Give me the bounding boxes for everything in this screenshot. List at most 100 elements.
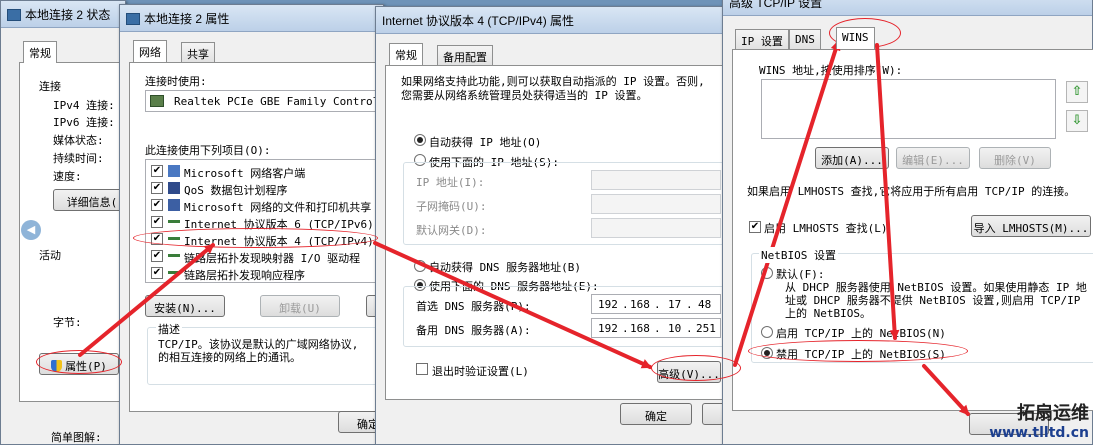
edit-button[interactable]: 编辑(E)...	[896, 147, 970, 169]
status-titlebar: 本地连接 2 状态	[1, 1, 125, 28]
wins-address-list[interactable]	[761, 79, 1056, 139]
alternate-dns-label: 备用 DNS 服务器(A):	[416, 324, 531, 337]
status-dialog: 本地连接 2 状态 常规 连接 IPv4 连接: IPv6 连接: 媒体状态: …	[0, 0, 131, 445]
share-icon	[168, 199, 180, 211]
item-checkbox[interactable]: ✔	[151, 182, 163, 194]
description-text: TCP/IP。该协议是默认的广域网络协议, 的相互连接的网络上的通讯。	[158, 338, 359, 364]
highlight-advanced-button	[651, 355, 741, 381]
advanced-title: 高级 TCP/IP 设置	[729, 0, 823, 10]
client-icon	[168, 165, 180, 177]
bytes-label: 字节:	[53, 316, 82, 329]
auto-ip-label: 自动获得 IP 地址(O)	[429, 136, 542, 149]
enable-netbios-radio[interactable]	[761, 326, 773, 338]
dns-octet: 17	[668, 298, 682, 311]
uninstall-button[interactable]: 卸载(U)	[260, 295, 340, 317]
subnet-mask-field[interactable]	[591, 194, 721, 214]
item-checkbox[interactable]: ✔	[151, 165, 163, 177]
watermark-url: www.tlltd.cn	[989, 425, 1089, 441]
item-checkbox[interactable]: ✔	[151, 267, 163, 279]
list-item[interactable]: ✔ QoS 数据包计划程序	[146, 180, 384, 197]
remove-button[interactable]: 删除(V)	[979, 147, 1051, 169]
preferred-dns-label: 首选 DNS 服务器(P):	[416, 300, 531, 313]
adapter-properties-dialog: 本地连接 2 属性 网络 共享 连接时使用: Realtek PCIe GBE …	[119, 4, 398, 445]
network-icon	[126, 13, 140, 25]
tab-ip-settings[interactable]: IP 设置	[735, 29, 789, 49]
highlight-properties-button	[36, 350, 122, 374]
tab-network[interactable]: 网络	[133, 40, 167, 62]
items-label: 此连接使用下列项目(O):	[145, 144, 271, 157]
tab-alternate[interactable]: 备用配置	[437, 45, 493, 65]
protocol-icon	[168, 271, 180, 274]
dns-octet: 168	[630, 322, 650, 335]
item-label: Microsoft 网络的文件和打印机共享	[184, 201, 372, 214]
ipv4-properties-dialog: Internet 协议版本 4 (TCP/IPv4) 属性 常规 备用配置 如果…	[375, 6, 733, 445]
item-checkbox[interactable]: ✔	[151, 199, 163, 211]
import-lmhosts-button[interactable]: 导入 LMHOSTS(M)...	[971, 215, 1091, 237]
add-button[interactable]: 添加(A)...	[815, 147, 889, 169]
duration-label: 持续时间:	[53, 152, 104, 165]
item-checkbox[interactable]: ✔	[151, 216, 163, 228]
gateway-field[interactable]	[591, 218, 721, 238]
default-radio[interactable]	[761, 267, 773, 279]
qos-icon	[168, 182, 180, 194]
tab-wins[interactable]: WINS	[836, 27, 875, 49]
list-item[interactable]: ✔ 链路层拓扑发现响应程序	[146, 265, 384, 282]
ip-address-label: IP 地址(I):	[416, 176, 485, 189]
adapter-name: Realtek PCIe GBE Family Controlle	[174, 95, 385, 108]
enable-netbios-label: 启用 TCP/IP 上的 NetBIOS(N)	[776, 327, 946, 340]
network-icon	[7, 9, 21, 21]
components-list: ✔ Microsoft 网络客户端 ✔ QoS 数据包计划程序 ✔ Microsoft…	[145, 159, 385, 283]
advanced-tcpip-dialog: 高级 TCP/IP 设置 IP 设置 DNS WINS WINS 地址,按使用排…	[722, 0, 1093, 445]
install-button[interactable]: 安装(N)...	[145, 295, 225, 317]
watermark-logo: 拓扇运维 www.tlltd.cn	[978, 404, 1093, 445]
dns-octet: 168	[630, 298, 650, 311]
item-checkbox[interactable]: ✔	[151, 250, 163, 262]
dns-octet: 192	[598, 322, 618, 335]
speed-label: 速度:	[53, 170, 82, 183]
tab-general[interactable]: 常规	[389, 43, 423, 65]
lmhosts-label: 启用 LMHOSTS 查找(L)	[764, 222, 888, 235]
auto-dns-label: 自动获得 DNS 服务器地址(B)	[429, 261, 581, 274]
dns-octet: 48	[698, 298, 712, 311]
nic-icon	[150, 95, 164, 107]
section-connection: 连接	[39, 80, 61, 93]
netbios-group-label: NetBIOS 设置	[759, 247, 838, 263]
preferred-dns-field[interactable]: 192. 168. 17. 48	[591, 294, 721, 314]
lmhosts-checkbox[interactable]: ✔	[749, 221, 761, 233]
adapter-titlebar: 本地连接 2 属性	[120, 5, 383, 32]
validate-checkbox[interactable]	[416, 363, 428, 375]
auto-ip-radio[interactable]	[414, 134, 426, 146]
ok-button[interactable]: 确定	[620, 403, 692, 425]
item-label: 链路层拓扑发现映射器 I/O 驱动程	[184, 252, 361, 265]
move-up-icon[interactable]: ⇧	[1066, 81, 1088, 103]
dns-octet: 251	[696, 322, 716, 335]
nav-left-icon[interactable]: ◀	[21, 220, 41, 240]
alternate-dns-field[interactable]: 192. 168. 10. 251	[591, 318, 721, 338]
media-label: 媒体状态:	[53, 134, 104, 147]
list-item[interactable]: ✔ Microsoft 网络客户端	[146, 163, 384, 180]
status-title: 本地连接 2 状态	[25, 8, 111, 22]
default-label: 默认(F):	[776, 268, 825, 281]
default-description: 从 DHCP 服务器使用 NetBIOS 设置。如果使用静态 IP 地 址或 D…	[785, 281, 1087, 320]
intro-text: 如果网络支持此功能,则可以获取自动指派的 IP 设置。否则, 您需要从网络系统管…	[401, 75, 705, 102]
section-activity: 活动	[39, 249, 61, 262]
list-item[interactable]: ✔ 链路层拓扑发现映射器 I/O 驱动程	[146, 248, 384, 265]
gateway-label: 默认网关(D):	[416, 224, 487, 237]
tab-sharing[interactable]: 共享	[181, 42, 215, 62]
tab-general[interactable]: 常规	[23, 41, 57, 63]
tab-dns[interactable]: DNS	[789, 29, 821, 49]
description-label: 描述	[156, 321, 182, 337]
auto-dns-radio[interactable]	[414, 260, 426, 272]
item-label: 链路层拓扑发现响应程序	[184, 269, 305, 282]
highlight-ipv4-item	[133, 228, 378, 248]
protocol-icon	[168, 220, 180, 223]
list-item[interactable]: ✔ Microsoft 网络的文件和打印机共享	[146, 197, 384, 214]
wins-list-label: WINS 地址,按使用排序(W):	[759, 64, 903, 77]
advanced-titlebar: 高级 TCP/IP 设置	[723, 0, 1092, 16]
adapter-title: 本地连接 2 属性	[144, 12, 230, 26]
move-down-icon[interactable]: ⇩	[1066, 110, 1088, 132]
ip-address-field[interactable]	[591, 170, 721, 190]
ipv4-label: IPv4 连接:	[53, 99, 115, 112]
bottom-cut-text: 简单图解:	[51, 431, 102, 444]
validate-label: 退出时验证设置(L)	[432, 365, 529, 378]
